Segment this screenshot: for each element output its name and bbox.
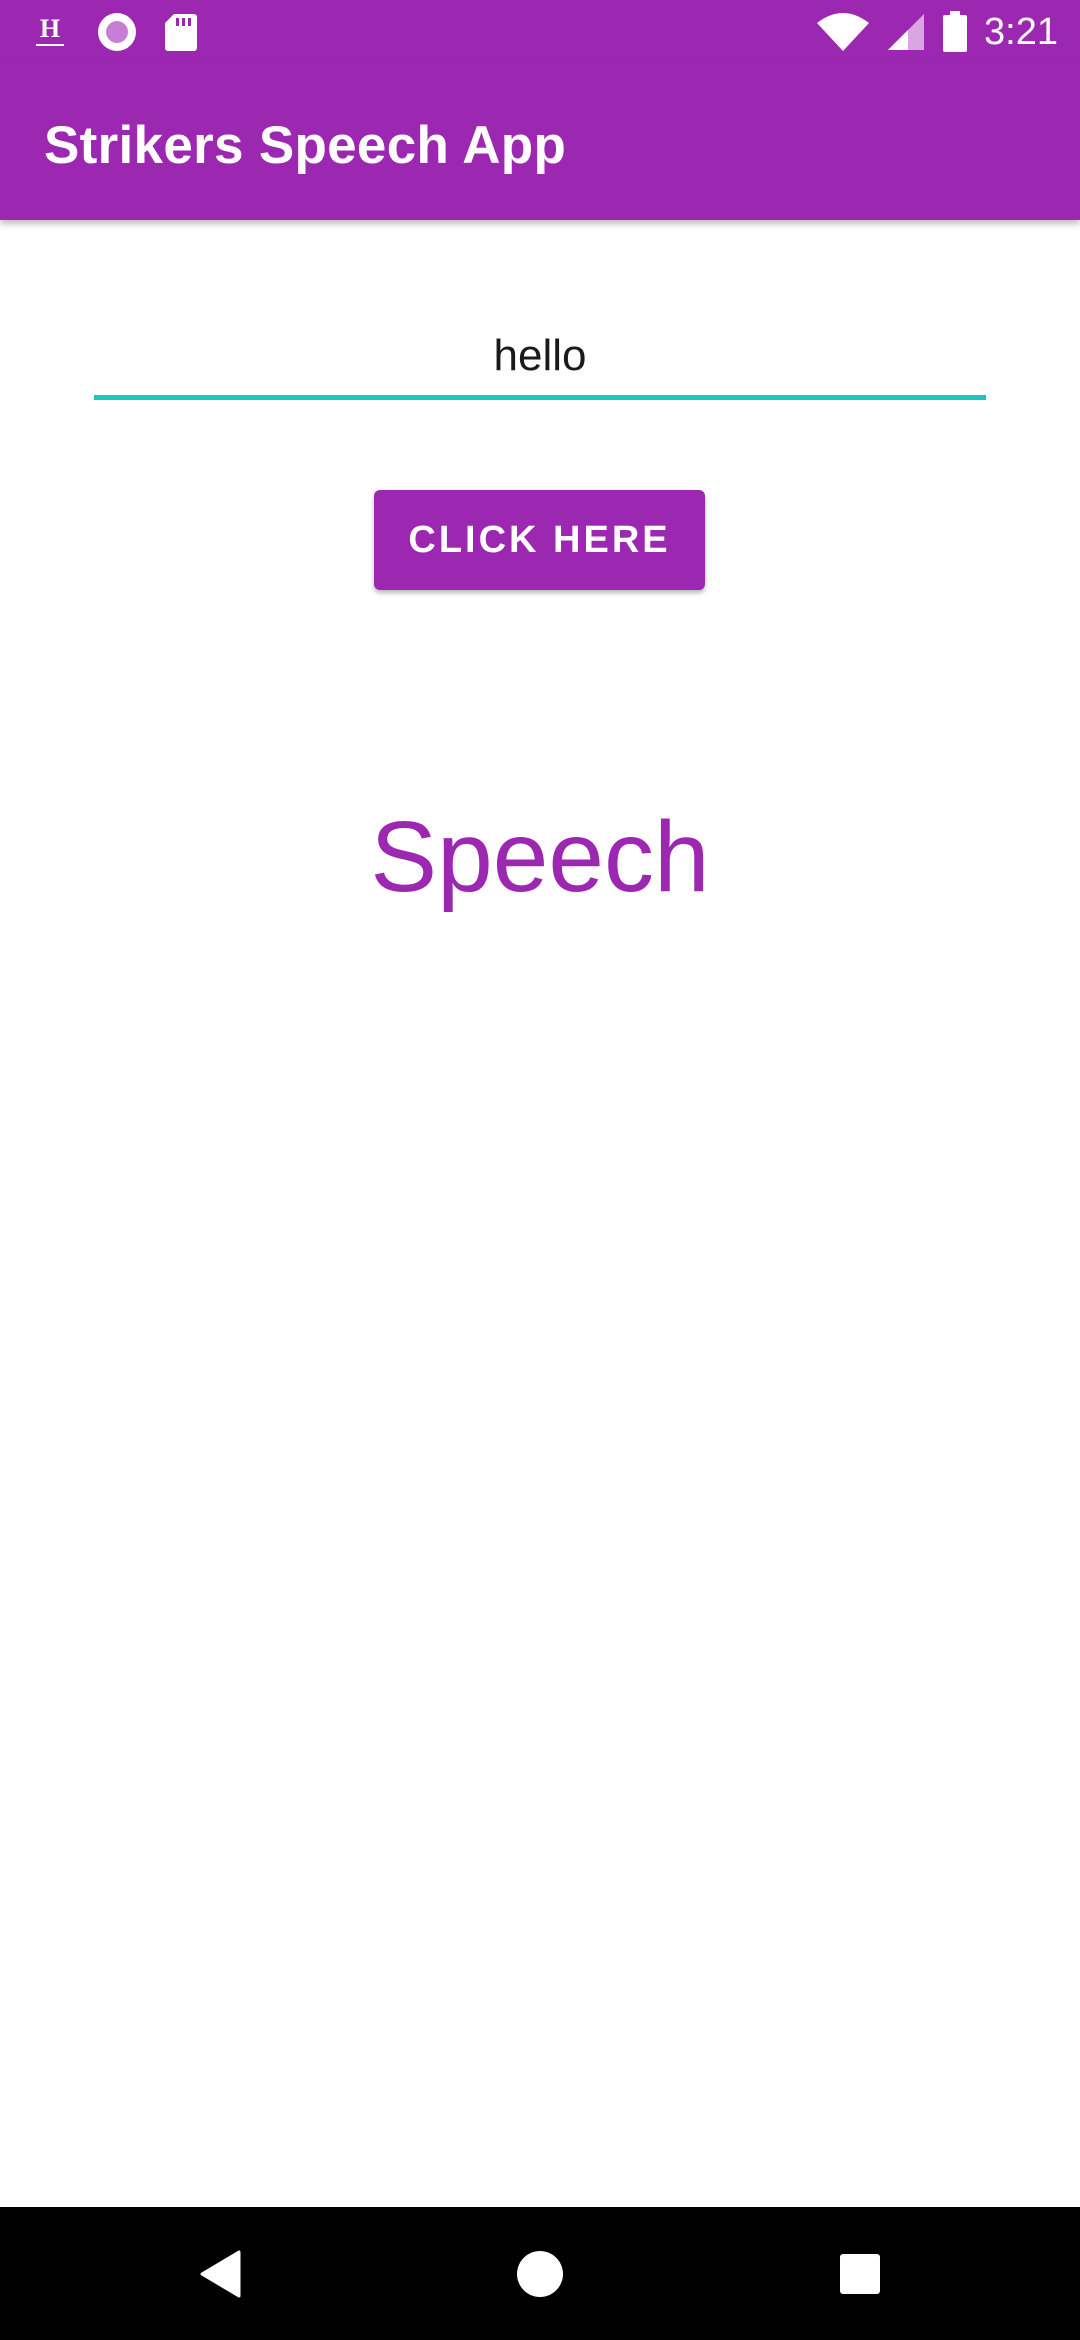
status-right-icons: 3:21 <box>816 6 1058 58</box>
speech-output-text: Speech <box>370 801 710 913</box>
battery-icon <box>942 11 968 53</box>
status-left-icons: H <box>30 10 198 54</box>
sd-card-icon <box>164 12 198 52</box>
back-icon <box>199 2250 243 2298</box>
recents-button[interactable] <box>780 2207 940 2340</box>
cellular-signal-icon <box>886 12 926 52</box>
back-button[interactable] <box>141 2207 301 2340</box>
wifi-icon <box>816 11 870 53</box>
app-home-icon: H <box>30 12 70 52</box>
app-bar: Strikers Speech App <box>0 63 1080 220</box>
status-bar: H 3:21 <box>0 0 1080 63</box>
speech-input[interactable] <box>94 320 986 392</box>
input-underline <box>94 395 986 400</box>
navigation-bar <box>0 2207 1080 2340</box>
status-clock: 3:21 <box>984 10 1058 53</box>
click-here-button[interactable]: CLICK HERE <box>374 490 705 590</box>
app-title: Strikers Speech App <box>44 116 567 175</box>
recents-icon <box>839 2253 881 2295</box>
home-button[interactable] <box>460 2207 620 2340</box>
home-icon <box>516 2250 564 2298</box>
svg-text:H: H <box>40 14 60 43</box>
speech-text-field[interactable] <box>94 320 986 400</box>
record-icon <box>96 11 138 53</box>
